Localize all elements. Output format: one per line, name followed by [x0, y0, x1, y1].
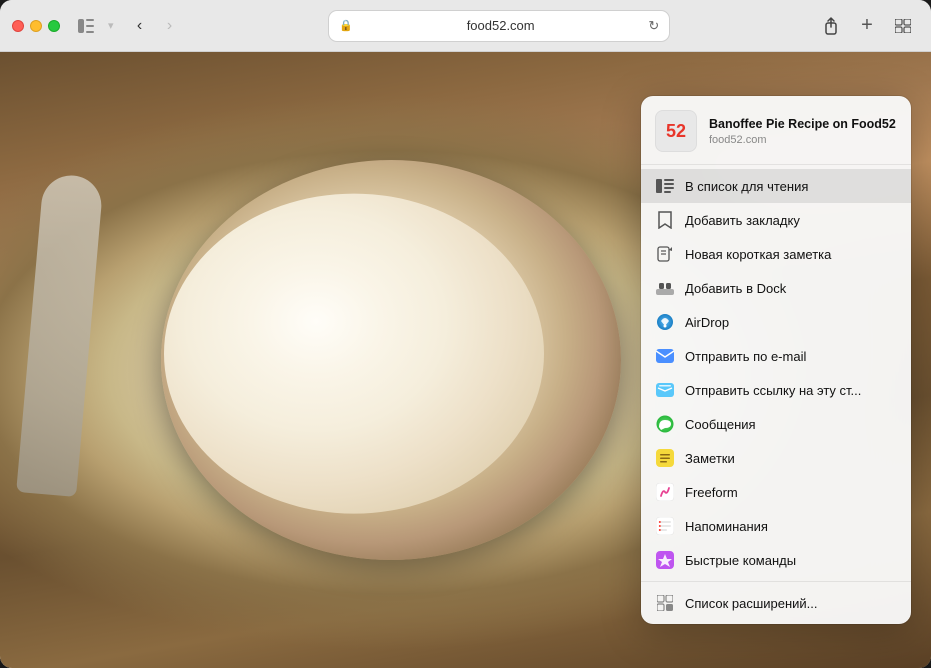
reminders-label: Напоминания	[685, 519, 897, 534]
reminders-icon	[655, 516, 675, 536]
menu-item-extensions[interactable]: Список расширений...	[641, 586, 911, 620]
address-bar[interactable]: 🔒 food52.com ↻	[329, 11, 669, 41]
pie-plate	[161, 160, 621, 560]
nav-arrows: ‹ ›	[126, 12, 184, 40]
send-link-label: Отправить ссылку на эту ст...	[685, 383, 897, 398]
pie-cream	[164, 194, 544, 514]
menu-item-freeform[interactable]: Freeform	[641, 475, 911, 509]
reload-button[interactable]: ↻	[648, 18, 659, 34]
site-title: Banoffee Pie Recipe on Food52	[709, 116, 897, 132]
menu-item-airdrop[interactable]: AirDrop	[641, 305, 911, 339]
forward-button[interactable]: ›	[156, 12, 184, 40]
reading-list-icon	[655, 176, 675, 196]
maximize-button[interactable]	[48, 20, 60, 32]
extensions-label: Список расширений...	[685, 596, 897, 611]
quick-note-icon	[655, 244, 675, 264]
url-text: food52.com	[359, 18, 642, 33]
shortcuts-icon	[655, 550, 675, 570]
send-link-icon	[655, 380, 675, 400]
quick-note-label: Новая короткая заметка	[685, 247, 897, 262]
menu-item-bookmark[interactable]: Добавить закладку	[641, 203, 911, 237]
browser-window: ▾ ‹ › 🔒 food52.com ↻ +	[0, 0, 931, 668]
menu-item-reading-list[interactable]: В список для чтения	[641, 169, 911, 203]
lock-icon: 🔒	[339, 19, 353, 32]
mail-icon	[655, 346, 675, 366]
share-menu: 52 Banoffee Pie Recipe on Food52 food52.…	[641, 96, 911, 624]
notes-icon	[655, 448, 675, 468]
dock-icon	[655, 278, 675, 298]
content-area: 52 Banoffee Pie Recipe on Food52 food52.…	[0, 52, 931, 668]
bookmark-label: Добавить закладку	[685, 213, 897, 228]
email-label: Отправить по e-mail	[685, 349, 897, 364]
airdrop-label: AirDrop	[685, 315, 897, 330]
airdrop-icon	[655, 312, 675, 332]
messages-label: Сообщения	[685, 417, 897, 432]
site-info: Banoffee Pie Recipe on Food52 food52.com	[709, 116, 897, 146]
menu-item-messages[interactable]: Сообщения	[641, 407, 911, 441]
share-button[interactable]	[815, 10, 847, 42]
toolbar-right: +	[815, 10, 919, 42]
traffic-lights	[12, 20, 60, 32]
freeform-icon	[655, 482, 675, 502]
title-bar: ▾ ‹ › 🔒 food52.com ↻ +	[0, 0, 931, 52]
close-button[interactable]	[12, 20, 24, 32]
menu-item-add-dock[interactable]: Добавить в Dock	[641, 271, 911, 305]
dock-label: Добавить в Dock	[685, 281, 897, 296]
shortcuts-label: Быстрые команды	[685, 553, 897, 568]
menu-item-reminders[interactable]: Напоминания	[641, 509, 911, 543]
pie-spoon	[16, 173, 104, 497]
extensions-icon	[655, 593, 675, 613]
address-bar-container: 🔒 food52.com ↻	[200, 11, 799, 41]
notes-label: Заметки	[685, 451, 897, 466]
new-tab-button[interactable]: +	[851, 10, 883, 42]
minimize-button[interactable]	[30, 20, 42, 32]
menu-item-send-email[interactable]: Отправить по e-mail	[641, 339, 911, 373]
reading-list-label: В список для чтения	[685, 179, 897, 194]
sidebar-toggle-button[interactable]	[72, 12, 100, 40]
site-url: food52.com	[709, 134, 897, 146]
menu-item-shortcuts[interactable]: Быстрые команды	[641, 543, 911, 577]
sidebar-toggle-chevron: ▾	[108, 19, 114, 32]
menu-item-send-link[interactable]: Отправить ссылку на эту ст...	[641, 373, 911, 407]
menu-item-notes[interactable]: Заметки	[641, 441, 911, 475]
messages-icon	[655, 414, 675, 434]
site-favicon: 52	[655, 110, 697, 152]
freeform-label: Freeform	[685, 485, 897, 500]
bookmark-icon	[655, 210, 675, 230]
share-menu-header: 52 Banoffee Pie Recipe on Food52 food52.…	[641, 96, 911, 165]
menu-item-quick-note[interactable]: Новая короткая заметка	[641, 237, 911, 271]
back-button[interactable]: ‹	[126, 12, 154, 40]
tab-overview-button[interactable]	[887, 10, 919, 42]
share-menu-items: В список для чтения Добавить закладку	[641, 165, 911, 624]
menu-divider	[641, 581, 911, 582]
